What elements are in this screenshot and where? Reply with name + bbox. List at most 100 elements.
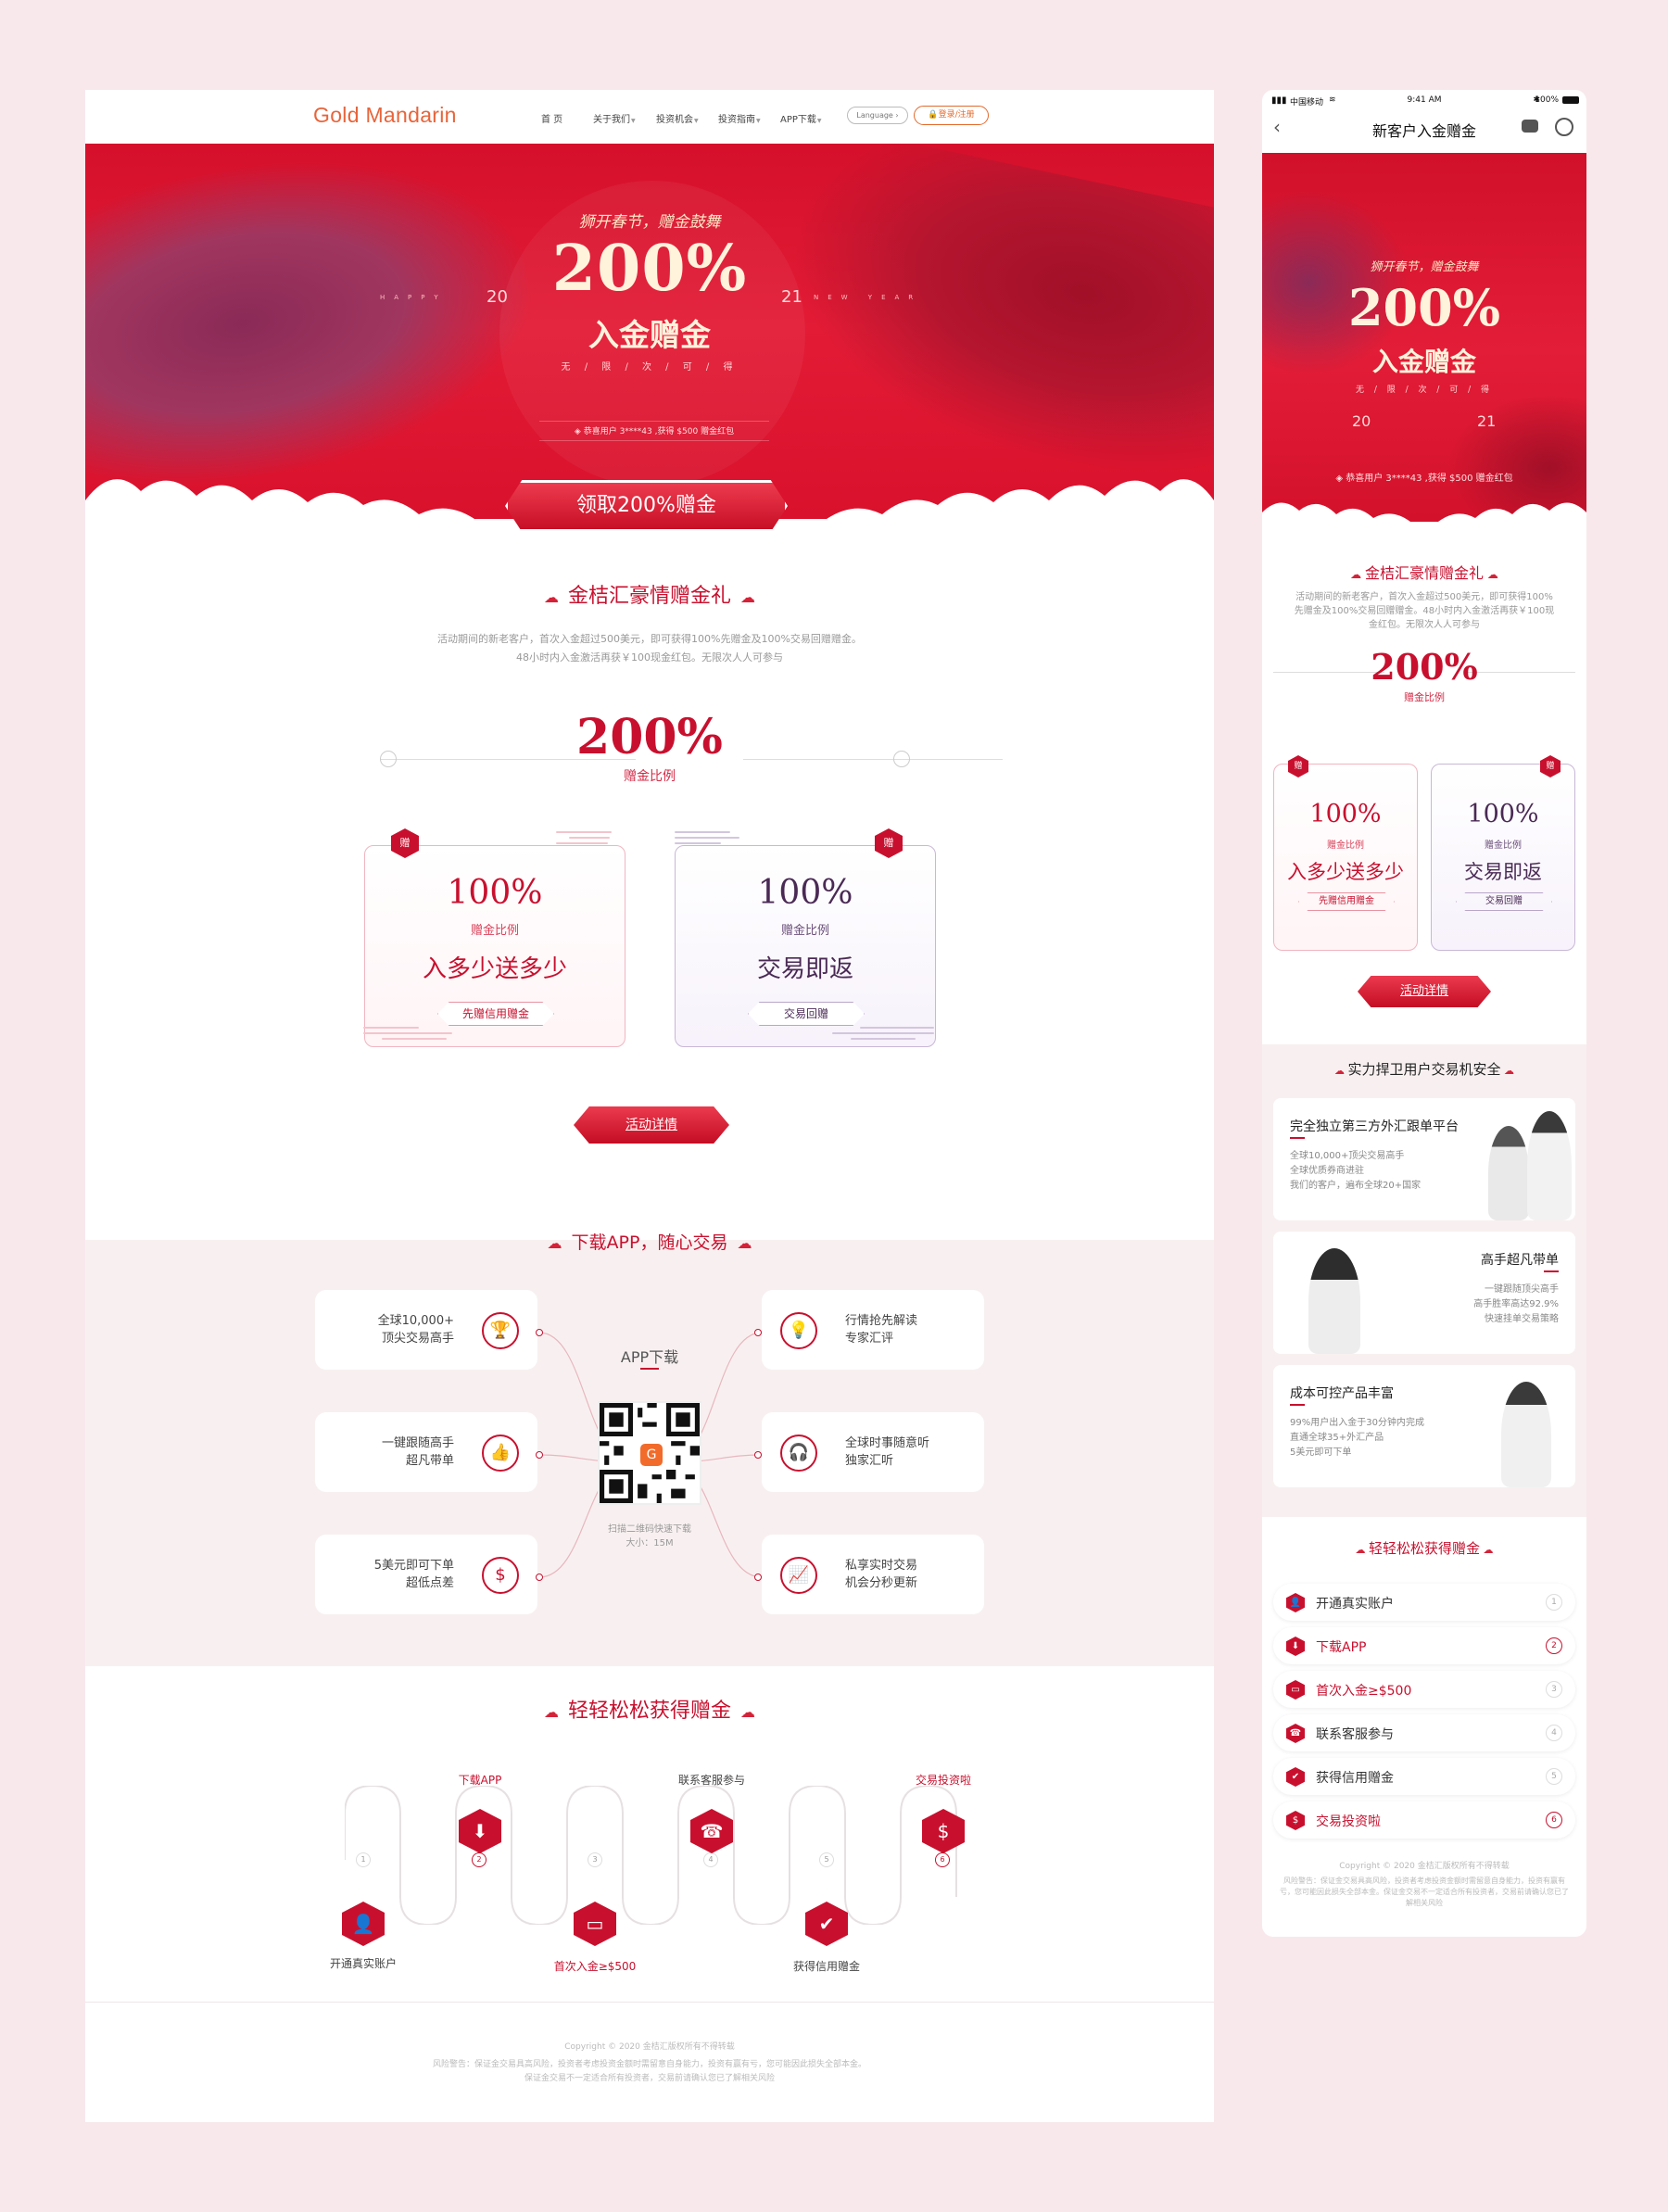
panel-title: 高手超凡带单 [1481, 1253, 1559, 1268]
card-percent: 100% [447, 874, 543, 912]
feature-text: 行情抢先解读 专家汇评 [845, 1312, 917, 1347]
nav-app-download[interactable]: APP下载▼ [780, 111, 822, 125]
mobile-bonus-card-rebate: 100% 赠金比例 交易即返 交易回赠 [1431, 764, 1575, 951]
step-label: 下载APP [458, 1774, 502, 1787]
step-label: 下载APP [1316, 1640, 1367, 1655]
app-section-title: ☁ 下载APP，随心交易 ☁ [85, 1229, 1214, 1254]
hero-title: 入金赠金 [588, 317, 711, 353]
nav-about-label: 关于我们 [593, 115, 630, 125]
feature-line: 5美元即可下单 [373, 1559, 454, 1573]
feature-line: 行情抢先解读 [845, 1314, 918, 1328]
money-bag-icon: $ [1286, 1811, 1305, 1830]
step-label: 联系客服参与 [1316, 1727, 1394, 1742]
mobile-step-item[interactable]: ☎ 联系客服参与 4 [1273, 1714, 1575, 1751]
mobile-step-item[interactable]: $ 交易投资啦 6 [1273, 1801, 1575, 1839]
cloud-icon: ☁ [1500, 1065, 1514, 1077]
card-pill: 交易回赠 [748, 1002, 865, 1026]
claim-bonus-button[interactable]: 领取200%赠金 [505, 480, 788, 532]
mobile-total-ratio-label: 赠金比例 [1404, 691, 1445, 703]
cloud-stripe-decoration [675, 831, 745, 853]
step-number: 6 [935, 1852, 950, 1867]
trophy-icon: 🏆 [482, 1312, 519, 1349]
safety-panel-expert: 高手超凡带单 一键跟随顶尖高手 高手胜率高达92.9% 快速挂单交易策略 [1273, 1232, 1575, 1354]
cloud-icon: ☁ [1350, 568, 1365, 581]
mobile-steps-title: ☁ 轻轻松松获得赠金 ☁ [1262, 1538, 1586, 1558]
step-number: 1 [356, 1852, 371, 1867]
footer-risk-1: 风险警告：保证金交易具高风险，投资者考虑投资金额时需留意自身能力，投资有赢有亏，… [432, 2060, 866, 2069]
login-register-button[interactable]: 🔒登录/注册 [914, 106, 989, 125]
hero-year-right: 21 [781, 287, 802, 307]
headset-icon[interactable] [1555, 118, 1573, 136]
mobile-steps-title-text: 轻轻松松获得赠金 [1368, 1540, 1480, 1557]
mobile-safety-title: ☁ 实力捍卫用户交易机安全 ☁ [1262, 1059, 1586, 1079]
mobile-step-item[interactable]: ✔ 获得信用赠金 5 [1273, 1758, 1575, 1795]
people-photo [1273, 1241, 1384, 1354]
mobile-activity-details-button[interactable]: 活动详情 [1358, 976, 1491, 1007]
cloud-icon: ☁ [1480, 1544, 1494, 1556]
chart-icon: 📈 [780, 1557, 817, 1594]
app-logo-icon: G [640, 1444, 663, 1466]
card-main-text: 入多少送多少 [422, 955, 567, 983]
feature-line: 全球时事随意听 [845, 1436, 930, 1450]
mobile-step-item[interactable]: ⬇ 下载APP 2 [1273, 1627, 1575, 1664]
qr-code[interactable]: G [598, 1401, 701, 1505]
feature-line: 超凡带单 [405, 1454, 454, 1468]
step-number: 2 [1546, 1637, 1562, 1654]
brand-logo[interactable]: Gold Mandarin [313, 103, 457, 128]
feature-text: 私享实时交易 机会分秒更新 [845, 1557, 917, 1592]
cloud-stripe-decoration [363, 1027, 465, 1049]
step-label: 交易投资啦 [915, 1774, 971, 1787]
cloud-scallop-border [1262, 502, 1586, 548]
steps-title-text: 轻轻松松获得赠金 [567, 1700, 731, 1723]
nav-guide[interactable]: 投资指南▼ [718, 111, 761, 125]
language-select[interactable]: Language › [847, 107, 908, 124]
download-icon: ⬇ [1286, 1637, 1305, 1656]
chevron-down-icon: ▼ [694, 118, 699, 124]
card-icon: ▭ [1286, 1680, 1305, 1700]
chevron-down-icon: ▼ [756, 118, 761, 124]
hero-year-left: 20 [486, 287, 508, 307]
card-percent: 100% [757, 874, 853, 912]
mobile-step-item[interactable]: ▭ 首次入金≥$500 3 [1273, 1671, 1575, 1708]
step-number: 5 [819, 1852, 834, 1867]
step-label: 首次入金≥$500 [553, 1960, 637, 1973]
gift-desc-1: 活动期间的新老客户，首次入金超过500美元，即可获得100%先赠金及100%交易… [437, 633, 862, 645]
nav-app-label: APP下载 [780, 115, 816, 125]
steps-section-title: ☁ 轻轻松松获得赠金 ☁ [85, 1694, 1214, 1724]
mobile-year-left: 20 [1352, 412, 1371, 430]
connector-dot [536, 1329, 543, 1336]
mobile-winner-notice: ◈ 恭喜用户 3****43 ,获得 $500 赠金红包 [1262, 470, 1586, 484]
step-number: 3 [588, 1852, 602, 1867]
qr-size: 大小：15M [626, 1538, 674, 1548]
mobile-step-item[interactable]: 👤 开通真实账户 1 [1273, 1584, 1575, 1621]
total-ratio-label: 赠金比例 [624, 769, 676, 784]
chat-icon[interactable] [1522, 120, 1538, 133]
panel-desc: 全球10,000+顶尖交易高手 全球优质券商进驻 我们的客户，遍布全球20+国家 [1290, 1151, 1422, 1191]
chevron-down-icon: › [895, 111, 899, 120]
mobile-gift-title: ☁ 金桔汇豪情赠金礼 ☁ [1262, 561, 1586, 583]
nav-home[interactable]: 首 页 [541, 111, 562, 125]
feature-line: 全球10,000+ [377, 1314, 454, 1328]
cloud-icon: ☁ [1355, 1544, 1369, 1556]
feature-text: 5美元即可下单 超低点差 [374, 1557, 454, 1592]
nav-opportunities[interactable]: 投资机会▼ [656, 111, 699, 125]
hero-tagline: 狮开春节，赠金鼓舞 [578, 213, 721, 232]
mobile-bonus-card-deposit: 100% 赠金比例 入多少送多少 先赠信用赠金 [1273, 764, 1418, 951]
panel-desc: 一键跟随顶尖高手 高手胜率高达92.9% 快速挂单交易策略 [1473, 1284, 1559, 1324]
cloud-icon: ☁ [543, 588, 559, 606]
mobile-notice-text: 恭喜用户 3****43 ,获得 $500 赠金红包 [1346, 474, 1513, 484]
panel-bar [1290, 1137, 1305, 1139]
lightbulb-icon: 💡 [780, 1312, 817, 1349]
mobile-hero-title: 入金赠金 [1371, 347, 1476, 377]
user-add-icon: 👤 [1286, 1593, 1305, 1612]
cloud-icon: ☁ [740, 588, 755, 606]
chevron-down-icon: ▼ [631, 118, 636, 124]
mobile-hero-percent: 200% [1347, 278, 1501, 337]
activity-details-button[interactable]: 活动详情 [574, 1106, 729, 1144]
card-percent: 100% [1309, 800, 1382, 828]
mobile-hero: 狮开春节，赠金鼓舞 200% 入金赠金 无 / 限 / 次 / 可 / 得 20… [1262, 153, 1586, 548]
cloud-icon: ☁ [543, 1703, 559, 1721]
nav-about[interactable]: 关于我们▼ [593, 111, 636, 125]
mobile-nav-bar: ‹ 新客户入金赠金 [1262, 110, 1586, 144]
cloud-stripe-decoration [832, 1027, 945, 1049]
